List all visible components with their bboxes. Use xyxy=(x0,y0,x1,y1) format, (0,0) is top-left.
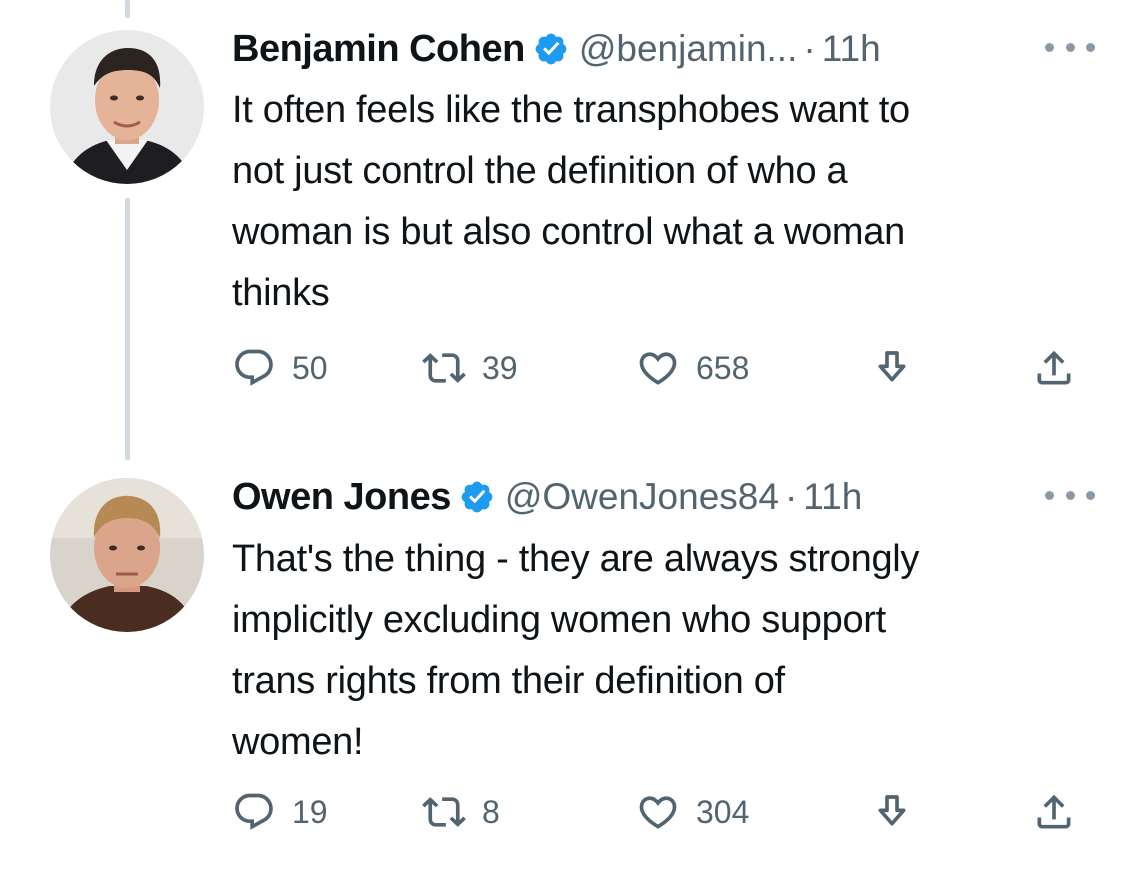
tweet-text: That's the thing - they are always stron… xyxy=(232,529,1102,773)
more-options-icon[interactable] xyxy=(1045,32,1095,62)
bookmark-button[interactable] xyxy=(872,343,912,393)
reply-icon xyxy=(232,790,276,834)
share-icon xyxy=(1032,346,1076,390)
reply-count: 19 xyxy=(292,793,328,830)
bookmark-button[interactable] xyxy=(872,787,912,837)
thread-connector-line xyxy=(125,198,130,460)
avatar[interactable] xyxy=(50,30,204,184)
retweet-count: 39 xyxy=(482,349,518,386)
separator-dot: · xyxy=(803,28,816,69)
retweet-button[interactable]: 8 xyxy=(422,787,500,837)
tweet-text-line: trans rights from their definition of xyxy=(232,660,785,702)
tweet-text-line: women! xyxy=(232,721,364,763)
like-count: 304 xyxy=(696,793,750,830)
tweet-timestamp[interactable]: 11h xyxy=(803,476,862,518)
tweet-text-line: not just control the definition of who a xyxy=(232,150,848,192)
retweet-icon xyxy=(422,346,466,390)
like-button[interactable]: 304 xyxy=(636,787,749,837)
author-handle[interactable]: @OwenJones84 xyxy=(505,476,779,518)
more-options-icon[interactable] xyxy=(1045,480,1095,510)
tweet-text-line: woman is but also control what a woman xyxy=(232,211,905,253)
verified-badge-icon xyxy=(459,479,495,515)
reply-icon xyxy=(232,346,276,390)
heart-icon xyxy=(636,346,680,390)
reply-count: 50 xyxy=(292,349,328,386)
separator-dot: · xyxy=(784,476,798,517)
retweet-count: 8 xyxy=(482,793,500,830)
tweet-text-line: It often feels like the transphobes want… xyxy=(232,89,910,131)
tweet-actions: 19 8 304 xyxy=(232,787,1092,837)
like-count: 658 xyxy=(696,349,750,386)
tweet-header: Benjamin Cohen @benjamin... · 11h xyxy=(232,24,1095,74)
thread-connector-line-top xyxy=(125,0,130,18)
tweet-text-line: thinks xyxy=(232,272,330,314)
tweet-header: Owen Jones @OwenJones84 · 11h xyxy=(232,472,1095,522)
like-button[interactable]: 658 xyxy=(636,343,749,393)
tweet-text-line: implicitly excluding women who support xyxy=(232,599,886,641)
retweet-icon xyxy=(422,790,466,834)
tweet-timestamp[interactable]: 11h xyxy=(822,28,881,70)
avatar[interactable] xyxy=(50,478,204,632)
reply-button[interactable]: 50 xyxy=(232,343,328,393)
bookmark-icon xyxy=(872,348,912,388)
bookmark-icon xyxy=(872,792,912,832)
author-name[interactable]: Benjamin Cohen xyxy=(232,28,525,71)
share-icon xyxy=(1032,790,1076,834)
heart-icon xyxy=(636,790,680,834)
tweet-text: It often feels like the transphobes want… xyxy=(232,80,1102,324)
tweet-actions: 50 39 658 xyxy=(232,343,1092,393)
author-name[interactable]: Owen Jones xyxy=(232,476,451,519)
tweet-text-line: That's the thing - they are always stron… xyxy=(232,538,920,580)
verified-badge-icon xyxy=(533,31,569,67)
author-handle[interactable]: @benjamin... xyxy=(579,28,798,70)
share-button[interactable] xyxy=(1032,787,1076,837)
retweet-button[interactable]: 39 xyxy=(422,343,518,393)
reply-button[interactable]: 19 xyxy=(232,787,328,837)
share-button[interactable] xyxy=(1032,343,1076,393)
